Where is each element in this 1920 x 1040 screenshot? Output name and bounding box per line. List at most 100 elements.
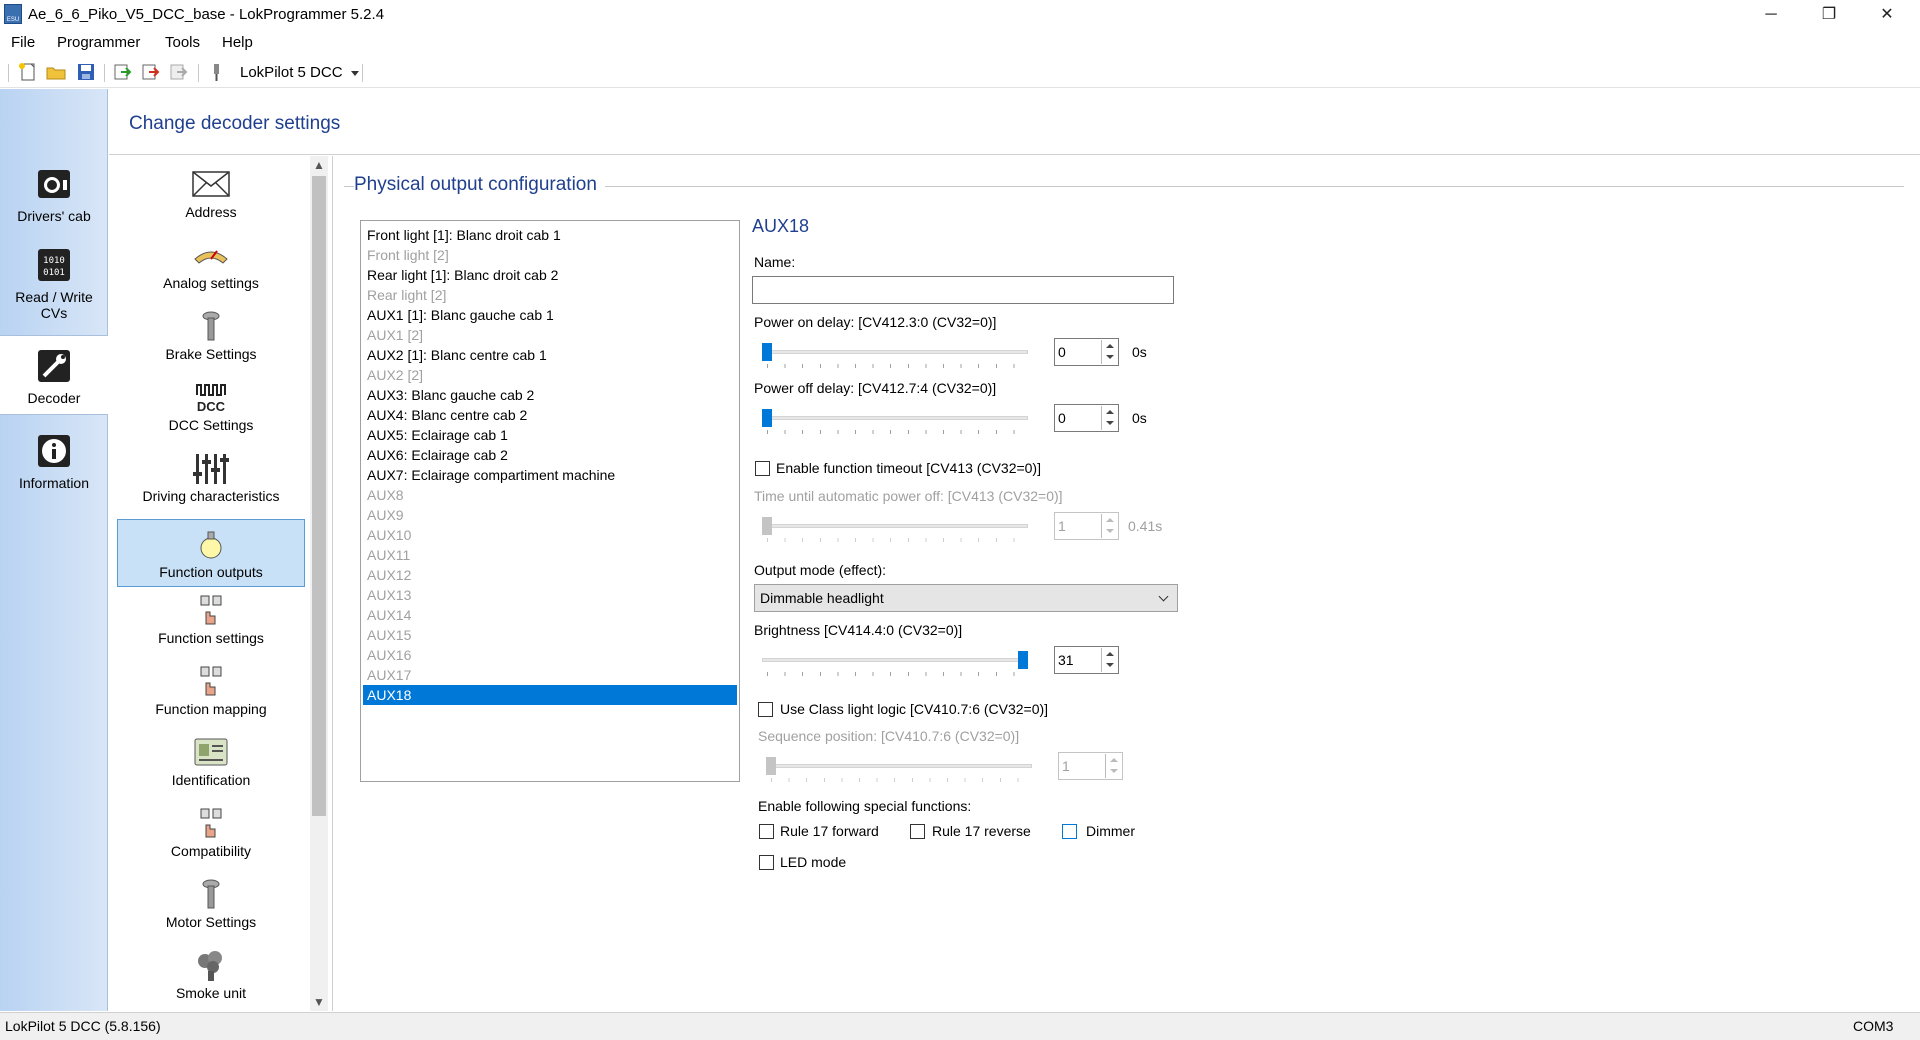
settings-item-function-mapping[interactable]: Function mapping bbox=[117, 657, 305, 725]
output-list-item[interactable]: Front light [1]: Blanc droit cab 1 bbox=[363, 225, 737, 245]
settings-item-address[interactable]: Address bbox=[117, 160, 305, 228]
output-list-item[interactable]: AUX8 bbox=[363, 485, 737, 505]
output-list-item[interactable]: AUX9 bbox=[363, 505, 737, 525]
read-decoder-icon[interactable] bbox=[112, 62, 132, 82]
output-list-item[interactable]: AUX6: Eclairage cab 2 bbox=[363, 445, 737, 465]
settings-item-function-outputs[interactable]: Function outputs bbox=[117, 519, 305, 587]
brightness-slider-thumb[interactable] bbox=[1018, 651, 1028, 669]
menu-file[interactable]: File bbox=[11, 34, 35, 51]
output-list-item[interactable]: AUX5: Eclairage cab 1 bbox=[363, 425, 737, 445]
led-mode-label: LED mode bbox=[780, 854, 847, 870]
output-list-item[interactable]: AUX17 bbox=[363, 665, 737, 685]
spin-arrows-icon[interactable] bbox=[1101, 514, 1117, 538]
brightness-spinbox[interactable]: 31 bbox=[1054, 646, 1119, 674]
output-list-item[interactable]: AUX1 [2] bbox=[363, 325, 737, 345]
settings-item-label: DCC Settings bbox=[168, 417, 254, 433]
settings-item-label: Identification bbox=[171, 772, 251, 788]
special-functions-label: Enable following special functions: bbox=[758, 798, 972, 814]
enable-timeout-checkbox[interactable] bbox=[755, 461, 770, 476]
decoder-select[interactable]: LokPilot 5 DCC bbox=[240, 62, 361, 84]
output-list-item[interactable]: AUX16 bbox=[363, 645, 737, 665]
output-list-item[interactable]: AUX12 bbox=[363, 565, 737, 585]
power-off-slider-thumb[interactable] bbox=[762, 409, 772, 427]
scroll-down-icon[interactable]: ▼ bbox=[310, 993, 328, 1011]
output-list-item[interactable]: AUX1 [1]: Blanc gauche cab 1 bbox=[363, 305, 737, 325]
new-file-icon[interactable] bbox=[18, 62, 38, 82]
spin-arrows-icon[interactable] bbox=[1101, 406, 1117, 430]
window-title: Ae_6_6_Piko_V5_DCC_base - LokProgrammer … bbox=[28, 6, 385, 23]
brightness-label: Brightness [CV414.4:0 (CV32=0)] bbox=[754, 622, 963, 638]
settings-item-function-settings[interactable]: Function settings bbox=[117, 586, 305, 654]
settings-item-analog[interactable]: Analog settings bbox=[117, 231, 305, 299]
nav-information[interactable]: Information bbox=[0, 431, 108, 491]
output-list-item[interactable]: AUX10 bbox=[363, 525, 737, 545]
output-list-item[interactable]: AUX14 bbox=[363, 605, 737, 625]
settings-item-driving[interactable]: Driving characteristics bbox=[117, 444, 305, 512]
output-list-item[interactable]: AUX15 bbox=[363, 625, 737, 645]
toolbar: LokPilot 5 DCC bbox=[0, 56, 1920, 88]
name-input[interactable] bbox=[752, 276, 1174, 304]
sequence-spinbox[interactable]: 1 bbox=[1058, 752, 1123, 780]
led-mode-checkbox[interactable] bbox=[759, 855, 774, 870]
power-off-spinbox[interactable]: 0 bbox=[1054, 404, 1119, 432]
output-list-item[interactable]: AUX3: Blanc gauche cab 2 bbox=[363, 385, 737, 405]
rule17-forward-checkbox[interactable] bbox=[759, 824, 774, 839]
spin-arrows-icon[interactable] bbox=[1105, 754, 1121, 778]
settings-item-identification[interactable]: Identification bbox=[117, 728, 305, 796]
status-port: COM3 bbox=[1853, 1018, 1894, 1034]
power-on-spinbox[interactable]: 0 bbox=[1054, 338, 1119, 366]
settings-item-label: Address bbox=[185, 204, 237, 220]
power-off-ticks bbox=[767, 430, 1027, 434]
power-on-slider-thumb[interactable] bbox=[762, 343, 772, 361]
output-list-item[interactable]: Rear light [1]: Blanc droit cab 2 bbox=[363, 265, 737, 285]
sequence-slider-thumb[interactable] bbox=[766, 757, 776, 775]
output-list-item[interactable]: Front light [2] bbox=[363, 245, 737, 265]
sequence-track bbox=[766, 764, 1032, 768]
output-list-item[interactable]: AUX13 bbox=[363, 585, 737, 605]
settings-scrollbar[interactable]: ▲ ▼ bbox=[310, 156, 328, 1011]
minimize-button[interactable]: ─ bbox=[1742, 0, 1800, 30]
output-list-item[interactable]: AUX2 [2] bbox=[363, 365, 737, 385]
maximize-button[interactable]: ❐ bbox=[1800, 0, 1858, 30]
programmer-tool-icon[interactable] bbox=[206, 62, 226, 82]
chevron-down-icon bbox=[350, 71, 359, 76]
output-list-item[interactable]: AUX7: Eclairage compartiment machine bbox=[363, 465, 737, 485]
nav-drivers-cab[interactable]: Drivers' cab bbox=[0, 164, 108, 224]
dimmer-checkbox[interactable] bbox=[1062, 824, 1077, 839]
settings-item-smoke[interactable]: Smoke unit bbox=[117, 941, 305, 1009]
open-folder-icon[interactable] bbox=[46, 62, 66, 82]
close-button[interactable]: ✕ bbox=[1858, 0, 1916, 30]
output-list-item[interactable]: AUX18 bbox=[363, 685, 737, 705]
scroll-up-icon[interactable]: ▲ bbox=[310, 156, 328, 174]
menu-help[interactable]: Help bbox=[222, 34, 253, 51]
spin-arrows-icon[interactable] bbox=[1101, 340, 1117, 364]
output-list-item[interactable]: Rear light [2] bbox=[363, 285, 737, 305]
write-disabled-icon[interactable] bbox=[168, 62, 188, 82]
output-list-item[interactable]: AUX4: Blanc centre cab 2 bbox=[363, 405, 737, 425]
write-decoder-icon[interactable] bbox=[140, 62, 160, 82]
toolbar-separator bbox=[104, 64, 105, 82]
menu-tools[interactable]: Tools bbox=[165, 34, 200, 51]
timeout-spinbox[interactable]: 1 bbox=[1054, 512, 1119, 540]
scrollbar-thumb[interactable] bbox=[312, 176, 326, 816]
rule17-reverse-checkbox[interactable] bbox=[910, 824, 925, 839]
menu-programmer[interactable]: Programmer bbox=[57, 34, 140, 51]
class-light-checkbox[interactable] bbox=[758, 702, 773, 717]
output-list-item[interactable]: AUX11 bbox=[363, 545, 737, 565]
output-mode-select[interactable]: Dimmable headlight bbox=[754, 584, 1178, 612]
power-on-delay-label: Power on delay: [CV412.3:0 (CV32=0)] bbox=[754, 314, 997, 330]
nav-decoder[interactable]: Decoder bbox=[0, 335, 108, 415]
dcc-icon: DCC bbox=[196, 384, 226, 414]
settings-item-label: Function settings bbox=[158, 630, 264, 646]
settings-item-brake[interactable]: Brake Settings bbox=[117, 302, 305, 370]
output-list-item[interactable]: AUX2 [1]: Blanc centre cab 1 bbox=[363, 345, 737, 365]
settings-item-motor[interactable]: Motor Settings bbox=[117, 870, 305, 938]
save-icon[interactable] bbox=[76, 62, 96, 82]
settings-item-compatibility[interactable]: Compatibility bbox=[117, 799, 305, 867]
output-list[interactable]: Front light [1]: Blanc droit cab 1 Front … bbox=[360, 220, 740, 782]
spin-arrows-icon[interactable] bbox=[1101, 648, 1117, 672]
settings-item-dcc[interactable]: DCC DCC Settings bbox=[117, 373, 305, 441]
timeout-track bbox=[762, 524, 1028, 528]
nav-read-write-cvs[interactable]: 1010 0101 Read / Write CVs bbox=[0, 245, 108, 321]
timeout-slider-thumb[interactable] bbox=[762, 517, 772, 535]
